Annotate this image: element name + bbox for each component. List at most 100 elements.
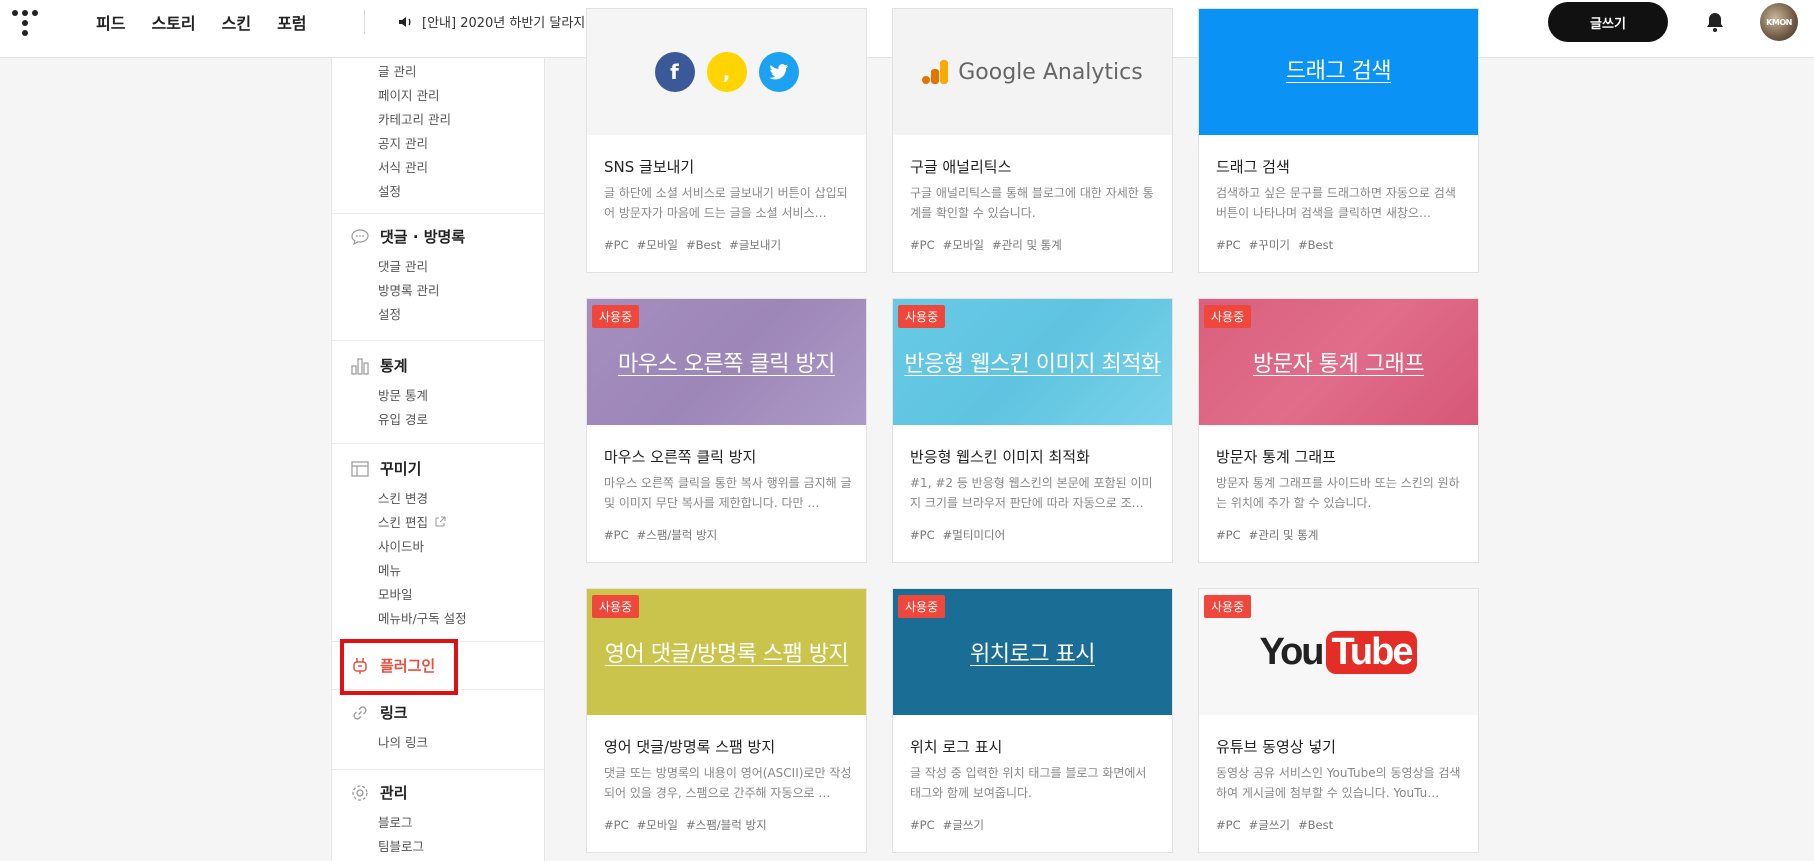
sidebar-item-menubar-subscribe[interactable]: 메뉴바/구독 설정	[378, 608, 467, 627]
plugin-card-drag-search[interactable]: 드래그 검색 드래그 검색 검색하고 싶은 문구를 드래그하면 자동으로 검색 …	[1198, 8, 1479, 273]
sidebar-head-manage[interactable]: 관리	[350, 782, 408, 803]
plugin-card-sns[interactable]: f , SNS 글보내기 글 하단에 소셜 서비스로 글보내기 버튼이 삽입되어…	[586, 8, 867, 273]
card-desc: 검색하고 싶은 문구를 드래그하면 자동으로 검색 버튼이 나타나며 검색을 클…	[1216, 186, 1456, 220]
plugin-card-visitor-graph[interactable]: 방문자 통계 그래프 사용중 방문자 통계 그래프 방문자 통계 그래프를 사이…	[1198, 298, 1479, 563]
sidebar-item-skin-change[interactable]: 스킨 변경	[378, 488, 428, 507]
card-tag: #꾸미기	[1248, 238, 1290, 252]
nav-forum[interactable]: 포럼	[277, 10, 306, 34]
sidebar-item-blog[interactable]: 블로그	[378, 812, 413, 831]
card-tags: #PC #글쓰기	[910, 817, 992, 833]
card-name: 영어 댓글/방명록 스팸 방지	[604, 738, 776, 756]
sidebar-item-templates[interactable]: 서식 관리	[378, 157, 428, 176]
plugin-card-youtube[interactable]: You Tube 사용중 유튜브 동영상 넣기 동영상 공유 서비스인 YouT…	[1198, 588, 1479, 853]
sidebar-item-mobile[interactable]: 모바일	[378, 584, 413, 603]
card-tag: #스팸/블럭 방지	[636, 528, 718, 542]
card-name: 반응형 웹스킨 이미지 최적화	[910, 448, 1090, 466]
card-name: 마우스 오른쪽 클릭 방지	[604, 448, 757, 466]
sidebar-item-menu[interactable]: 메뉴	[378, 560, 401, 579]
card-tag: #모바일	[636, 238, 678, 252]
nav-feed[interactable]: 피드	[96, 10, 125, 34]
card-tag: #모바일	[942, 238, 984, 252]
plugin-card-right-click-block[interactable]: 마우스 오른쪽 클릭 방지 사용중 마우스 오른쪽 클릭 방지 마우스 오른쪽 …	[586, 298, 867, 563]
card-tags: #PC #모바일 #스팸/블럭 방지	[604, 817, 775, 833]
sidebar-item-comments[interactable]: 댓글 관리	[378, 256, 428, 275]
plugin-card-english-spam[interactable]: 영어 댓글/방명록 스팸 방지 사용중 영어 댓글/방명록 스팸 방지 댓글 또…	[586, 588, 867, 853]
nav-skin[interactable]: 스킨	[222, 10, 251, 34]
sidebar-item-posts[interactable]: 글 관리	[378, 61, 416, 80]
sidebar-head-link-label: 링크	[380, 704, 408, 722]
sidebar-head-decor-label: 꾸미기	[380, 460, 422, 478]
sidebar-head-manage-label: 관리	[380, 784, 408, 802]
card-desc: 댓글 또는 방명록의 내용이 영어(ASCII)로만 작성되어 있을 경우, 스…	[604, 766, 852, 800]
sidebar-item-post-settings[interactable]: 설정	[378, 181, 401, 200]
card-desc: 글 하단에 소셜 서비스로 글보내기 버튼이 삽입되어 방문자가 마음에 드는 …	[604, 186, 848, 220]
sidebar-group-stats: 통계 방문 통계 유입 경로	[332, 341, 544, 444]
card-name: 구글 애널리틱스	[910, 158, 1012, 176]
sidebar-item-skin-edit-label: 스킨 편집	[378, 515, 428, 530]
sidebar-group-comments: 댓글 · 방명록 댓글 관리 방명록 관리 설정	[332, 214, 544, 341]
sidebar-group-decor: 꾸미기 스킨 변경 스킨 편집 사이드바 메뉴 모바일 메뉴바/구독 설정	[332, 444, 544, 642]
kakaostory-icon: ,	[706, 52, 747, 92]
sidebar-item-notices[interactable]: 공지 관리	[378, 133, 428, 152]
nav-story[interactable]: 스토리	[151, 10, 195, 34]
card-tag: #PC	[604, 238, 629, 252]
card-tag: #PC	[1216, 238, 1241, 252]
sidebar-item-referrers[interactable]: 유입 경로	[378, 409, 428, 428]
plugin-card-responsive-image[interactable]: 반응형 웹스킨 이미지 최적화 사용중 반응형 웹스킨 이미지 최적화 #1, …	[892, 298, 1173, 563]
sidebar-item-my-links[interactable]: 나의 링크	[378, 732, 428, 751]
sidebar-item-categories[interactable]: 카테고리 관리	[378, 109, 451, 128]
card-tag: #글보내기	[729, 238, 782, 252]
sidebar-item-guestbook[interactable]: 방명록 관리	[378, 280, 439, 299]
in-use-badge: 사용중	[1204, 595, 1252, 618]
card-tags: #PC #관리 및 통계	[1216, 527, 1326, 543]
sidebar-group-manage: 관리 블로그 팀블로그	[332, 770, 544, 861]
card-tag: #PC	[1216, 528, 1241, 542]
sidebar-head-decor[interactable]: 꾸미기	[350, 458, 421, 479]
card-thumb-title: 방문자 통계 그래프	[1253, 352, 1424, 377]
card-name: SNS 글보내기	[604, 158, 695, 176]
card-thumb-title: 반응형 웹스킨 이미지 최적화	[904, 352, 1161, 377]
sidebar-item-skin-edit[interactable]: 스킨 편집	[378, 512, 446, 531]
card-thumbnail: Google Analytics	[893, 9, 1172, 135]
sidebar: 글 관리 페이지 관리 카테고리 관리 공지 관리 서식 관리 설정 댓글 · …	[331, 58, 545, 861]
sidebar-item-team-blog[interactable]: 팀블로그	[378, 836, 424, 855]
card-thumb-title: 위치로그 표시	[970, 642, 1095, 667]
card-tag: #PC	[910, 238, 935, 252]
plugin-highlight-box	[340, 639, 458, 695]
sidebar-group-posts: 글 관리 페이지 관리 카테고리 관리 공지 관리 서식 관리 설정	[332, 58, 544, 214]
sidebar-item-comment-settings[interactable]: 설정	[378, 304, 401, 323]
sidebar-head-link[interactable]: 링크	[350, 702, 408, 723]
sidebar-item-pages[interactable]: 페이지 관리	[378, 85, 439, 104]
card-desc: 동영상 공유 서비스인 YouTube의 동영상을 검색하여 게시글에 첨부할 …	[1216, 766, 1461, 800]
bell-icon[interactable]	[1706, 12, 1724, 32]
layout-icon	[350, 459, 370, 479]
sidebar-head-stats[interactable]: 통계	[350, 355, 408, 376]
card-tag: #글쓰기	[942, 818, 984, 832]
sidebar-item-sidebar[interactable]: 사이드바	[378, 536, 424, 555]
card-tag: #모바일	[636, 818, 678, 832]
sidebar-head-comments-label: 댓글 · 방명록	[380, 228, 466, 246]
card-thumb-title: 영어 댓글/방명록 스팸 방지	[604, 642, 849, 667]
card-tag: #스팸/블럭 방지	[686, 818, 767, 832]
sidebar-head-comments[interactable]: 댓글 · 방명록	[350, 226, 465, 247]
plugin-card-google-analytics[interactable]: Google Analytics 구글 애널리틱스 구글 애널리틱스를 통해 블…	[892, 8, 1173, 273]
card-tag: #PC	[910, 818, 935, 832]
google-analytics-logo-text: Google Analytics	[958, 59, 1143, 85]
card-tag: #Best	[686, 238, 722, 252]
in-use-badge: 사용중	[898, 305, 946, 328]
card-tags: #PC #모바일 #관리 및 통계	[910, 237, 1070, 253]
card-tag: #Best	[1298, 238, 1334, 252]
card-name: 방문자 통계 그래프	[1216, 448, 1336, 466]
card-desc: 글 작성 중 입력한 위치 태그를 블로그 화면에서 태그와 함께 보여줍니다.	[910, 766, 1147, 800]
card-tag: #글쓰기	[1248, 818, 1290, 832]
in-use-badge: 사용중	[592, 305, 640, 328]
plugin-card-location-log[interactable]: 위치로그 표시 사용중 위치 로그 표시 글 작성 중 입력한 위치 태그를 블…	[892, 588, 1173, 853]
card-tag: #관리 및 통계	[1248, 528, 1319, 542]
avatar[interactable]: KMON	[1760, 3, 1798, 41]
write-button[interactable]: 글쓰기	[1548, 2, 1668, 42]
tistory-logo[interactable]	[12, 10, 40, 40]
twitter-icon	[758, 52, 799, 92]
card-thumb-title: 드래그 검색	[1285, 59, 1392, 84]
sidebar-item-visit-stats[interactable]: 방문 통계	[378, 385, 428, 404]
card-tag: #PC	[604, 528, 629, 542]
